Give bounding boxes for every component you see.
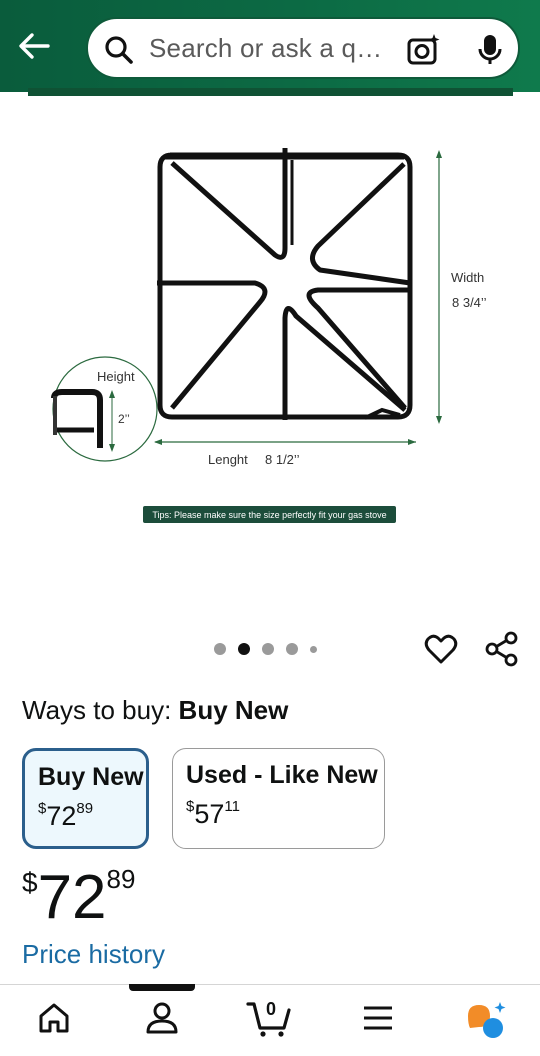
heart-icon xyxy=(424,634,458,664)
width-value: 8 3/4’’ xyxy=(452,295,487,310)
option-label: Buy New xyxy=(38,763,144,791)
search-input[interactable]: Search or ask a q… xyxy=(149,33,382,64)
carousel-dots[interactable] xyxy=(214,642,317,656)
top-header: Search or ask a q… xyxy=(0,0,540,92)
back-button[interactable] xyxy=(14,28,54,64)
nav-rufus[interactable] xyxy=(464,1000,508,1045)
back-arrow-icon xyxy=(19,33,50,59)
search-icon xyxy=(104,35,134,70)
wishlist-button[interactable] xyxy=(424,632,458,671)
length-value: 8 1/2’’ xyxy=(265,452,300,467)
used-like-new-option[interactable]: Used - Like New $5711 xyxy=(172,748,385,849)
home-icon xyxy=(39,1003,69,1033)
burner-grate-illustration xyxy=(51,148,442,462)
search-bar[interactable]: Search or ask a q… xyxy=(86,17,520,79)
ways-to-buy-prefix: Ways to buy: xyxy=(22,695,179,725)
carousel-dot[interactable] xyxy=(286,643,298,655)
height-label: Height xyxy=(97,369,135,384)
width-label: Width xyxy=(451,270,485,285)
carousel-dot[interactable] xyxy=(214,643,226,655)
option-price: $7289 xyxy=(38,800,94,831)
camera-search-icon[interactable] xyxy=(406,33,442,72)
header-strip xyxy=(28,88,513,96)
buy-new-option[interactable]: Buy New $7289 xyxy=(22,748,149,849)
menu-icon xyxy=(364,1006,392,1030)
nav-menu[interactable] xyxy=(362,1004,394,1037)
height-value: 2’’ xyxy=(118,412,130,426)
share-icon xyxy=(485,631,518,667)
option-label: Used - Like New xyxy=(186,761,378,789)
length-label: Lenght xyxy=(208,452,248,467)
ways-to-buy-heading: Ways to buy: Buy New xyxy=(22,695,288,726)
product-image[interactable]: Width 8 3/4’’ Height 2’’ Lenght 8 1/2’’ xyxy=(0,100,540,620)
rufus-icon xyxy=(468,1002,506,1038)
price-history-link[interactable]: Price history xyxy=(22,939,165,970)
active-tab-indicator xyxy=(129,984,195,991)
cart-count: 0 xyxy=(266,999,277,1019)
nav-account[interactable] xyxy=(144,1000,180,1041)
product-price: $7289 xyxy=(22,863,136,932)
carousel-dot[interactable] xyxy=(310,645,317,653)
carousel-dot-active[interactable] xyxy=(238,643,250,655)
carousel-dot[interactable] xyxy=(262,643,274,655)
microphone-icon[interactable] xyxy=(476,33,504,72)
share-button[interactable] xyxy=(484,631,520,672)
account-icon xyxy=(146,1002,178,1034)
option-price: $5711 xyxy=(186,798,240,829)
ways-to-buy-selected: Buy New xyxy=(178,695,289,725)
tips-banner: Tips: Please make sure the size perfectl… xyxy=(143,506,396,523)
nav-cart[interactable]: 0 xyxy=(246,998,292,1043)
nav-home[interactable] xyxy=(36,1000,72,1041)
